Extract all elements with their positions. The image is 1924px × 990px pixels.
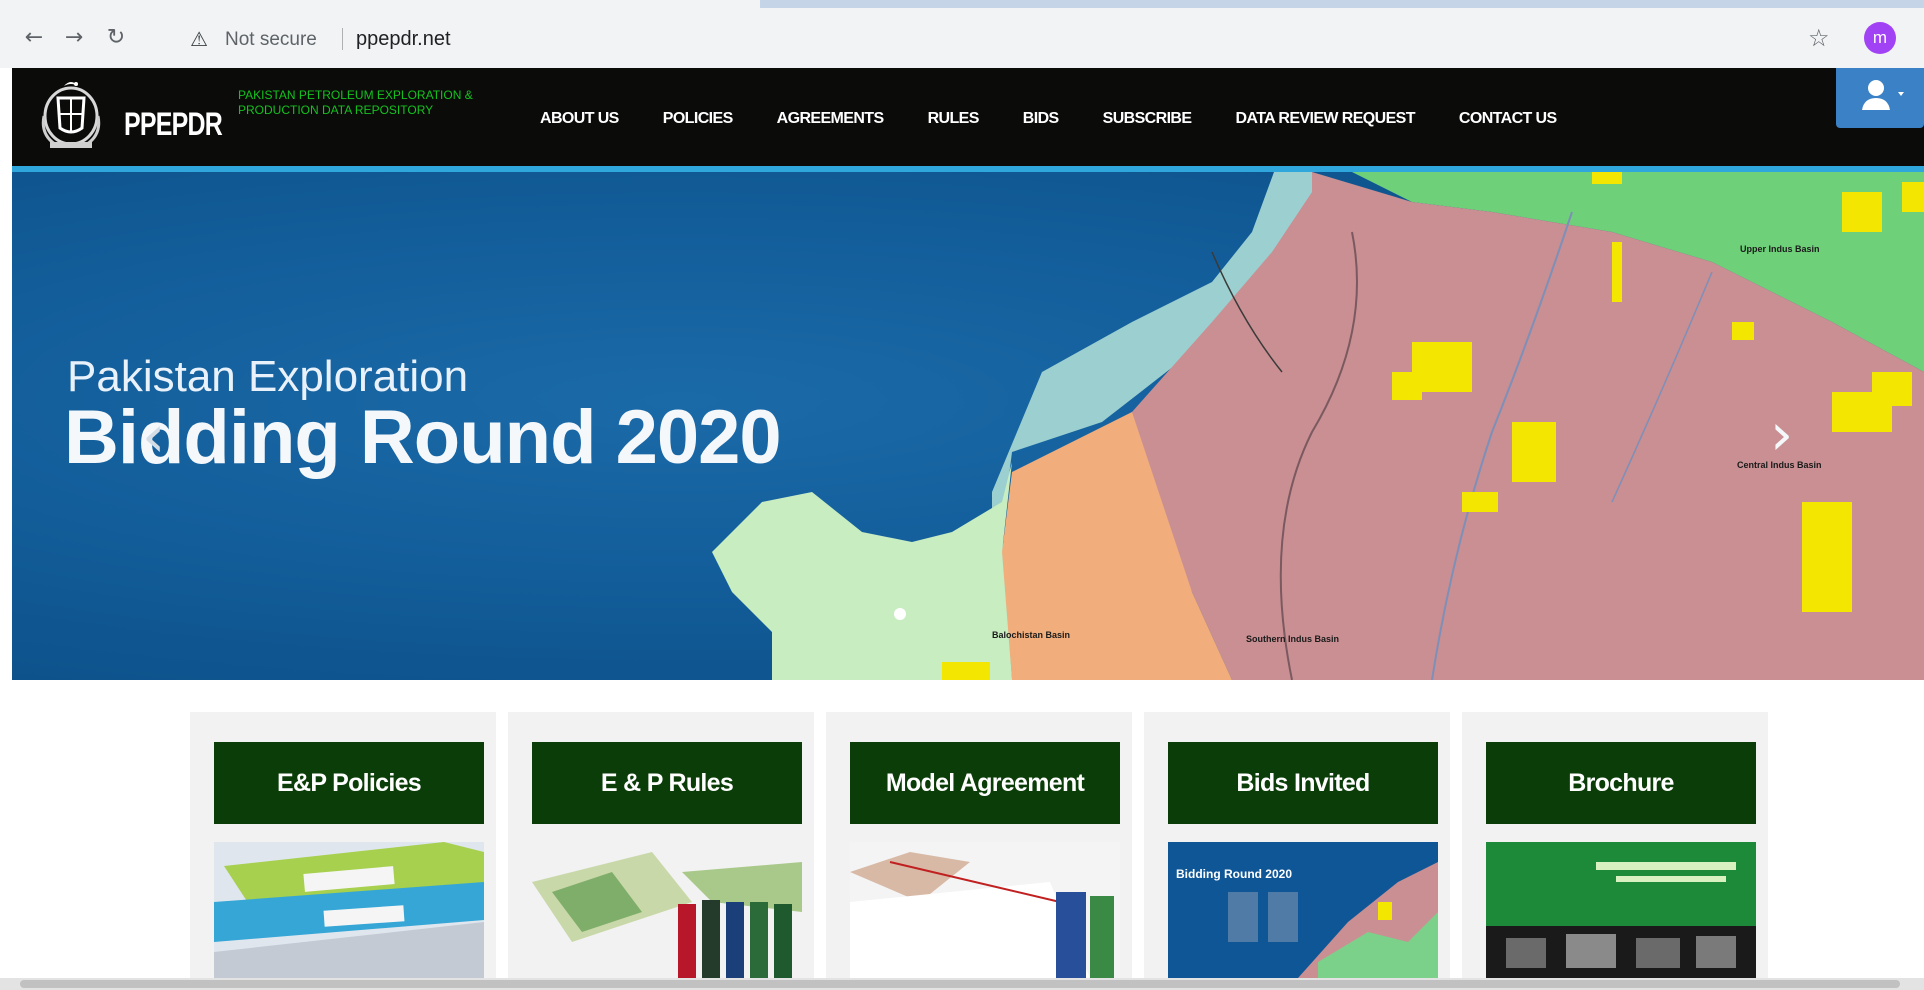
card-brochure[interactable]: Brochure <box>1462 712 1768 978</box>
main-navigation: ABOUT US POLICIES AGREEMENTS RULES BIDS … <box>540 110 1601 128</box>
card-image-rules[interactable] <box>532 842 802 978</box>
slider-next-icon[interactable]: › <box>1770 400 1793 468</box>
map-label-upper-indus: Upper Indus Basin <box>1740 244 1820 254</box>
card-title[interactable]: Model Agreement <box>850 742 1120 824</box>
slider-prev-icon[interactable]: ‹ <box>142 402 165 470</box>
feature-cards: E&P Policies E & P Rules Model Agreement… <box>190 712 1780 978</box>
url-text[interactable]: ppepdr.net <box>356 28 451 51</box>
card-title[interactable]: E&P Policies <box>214 742 484 824</box>
map-label-balochistan: Balochistan Basin <box>992 630 1070 640</box>
card-image-policies[interactable] <box>214 842 484 978</box>
card-model-agreement[interactable]: Model Agreement <box>826 712 1132 978</box>
horizontal-scrollbar[interactable] <box>0 978 1924 990</box>
scrollbar-thumb[interactable] <box>20 980 1900 988</box>
map-label-southern-indus: Southern Indus Basin <box>1246 634 1339 644</box>
address-separator <box>342 28 343 50</box>
site-header: PPEPDR PAKISTAN PETROLEUM EXPLORATION & … <box>12 68 1924 166</box>
card-ep-policies[interactable]: E&P Policies <box>190 712 496 978</box>
card-ep-rules[interactable]: E & P Rules <box>508 712 814 978</box>
site-logo-text[interactable]: PPEPDR <box>124 106 223 143</box>
nav-about-us[interactable]: ABOUT US <box>540 110 619 128</box>
slider-dot[interactable] <box>894 608 906 620</box>
user-menu-button[interactable] <box>1836 68 1924 128</box>
card-image-agreement[interactable] <box>850 842 1120 978</box>
nav-bids[interactable]: BIDS <box>1023 110 1059 128</box>
card-title[interactable]: Bids Invited <box>1168 742 1438 824</box>
card-image-bids[interactable]: Bidding Round 2020 <box>1168 842 1438 978</box>
forward-icon[interactable]: → <box>62 26 86 50</box>
user-icon <box>1862 80 1904 110</box>
card-bids-invited[interactable]: Bids Invited Bidding Round 2020 <box>1144 712 1450 978</box>
browser-toolbar: ← → ↻ ⚠ Not secure ppepdr.net ☆ m <box>0 0 1924 68</box>
back-icon[interactable]: ← <box>22 26 46 50</box>
card-title[interactable]: E & P Rules <box>532 742 802 824</box>
nav-contact-us[interactable]: CONTACT US <box>1459 110 1557 128</box>
browser-tab-strip <box>760 0 1924 8</box>
bids-image-title: Bidding Round 2020 <box>1176 867 1292 881</box>
hero-slider[interactable]: Upper Indus Basin Central Indus Basin So… <box>12 172 1924 680</box>
warning-icon[interactable]: ⚠ <box>190 27 208 51</box>
slider-indicators <box>890 608 910 620</box>
nav-rules[interactable]: RULES <box>928 110 980 128</box>
reload-icon[interactable]: ↻ <box>104 26 128 50</box>
bookmark-star-icon[interactable]: ☆ <box>1808 24 1830 52</box>
hero-title: Bidding Round 2020 <box>64 395 782 480</box>
nav-subscribe[interactable]: SUBSCRIBE <box>1103 110 1192 128</box>
card-image-brochure[interactable] <box>1486 842 1756 978</box>
card-title[interactable]: Brochure <box>1486 742 1756 824</box>
pakistan-emblem-icon[interactable] <box>36 76 106 152</box>
profile-avatar[interactable]: m <box>1864 22 1896 54</box>
nav-agreements[interactable]: AGREEMENTS <box>777 110 885 128</box>
nav-data-review-request[interactable]: DATA REVIEW REQUEST <box>1235 110 1415 128</box>
site-logo-subtitle: PAKISTAN PETROLEUM EXPLORATION & PRODUCT… <box>238 88 473 117</box>
nav-policies[interactable]: POLICIES <box>663 110 733 128</box>
security-label[interactable]: Not secure <box>225 29 317 51</box>
